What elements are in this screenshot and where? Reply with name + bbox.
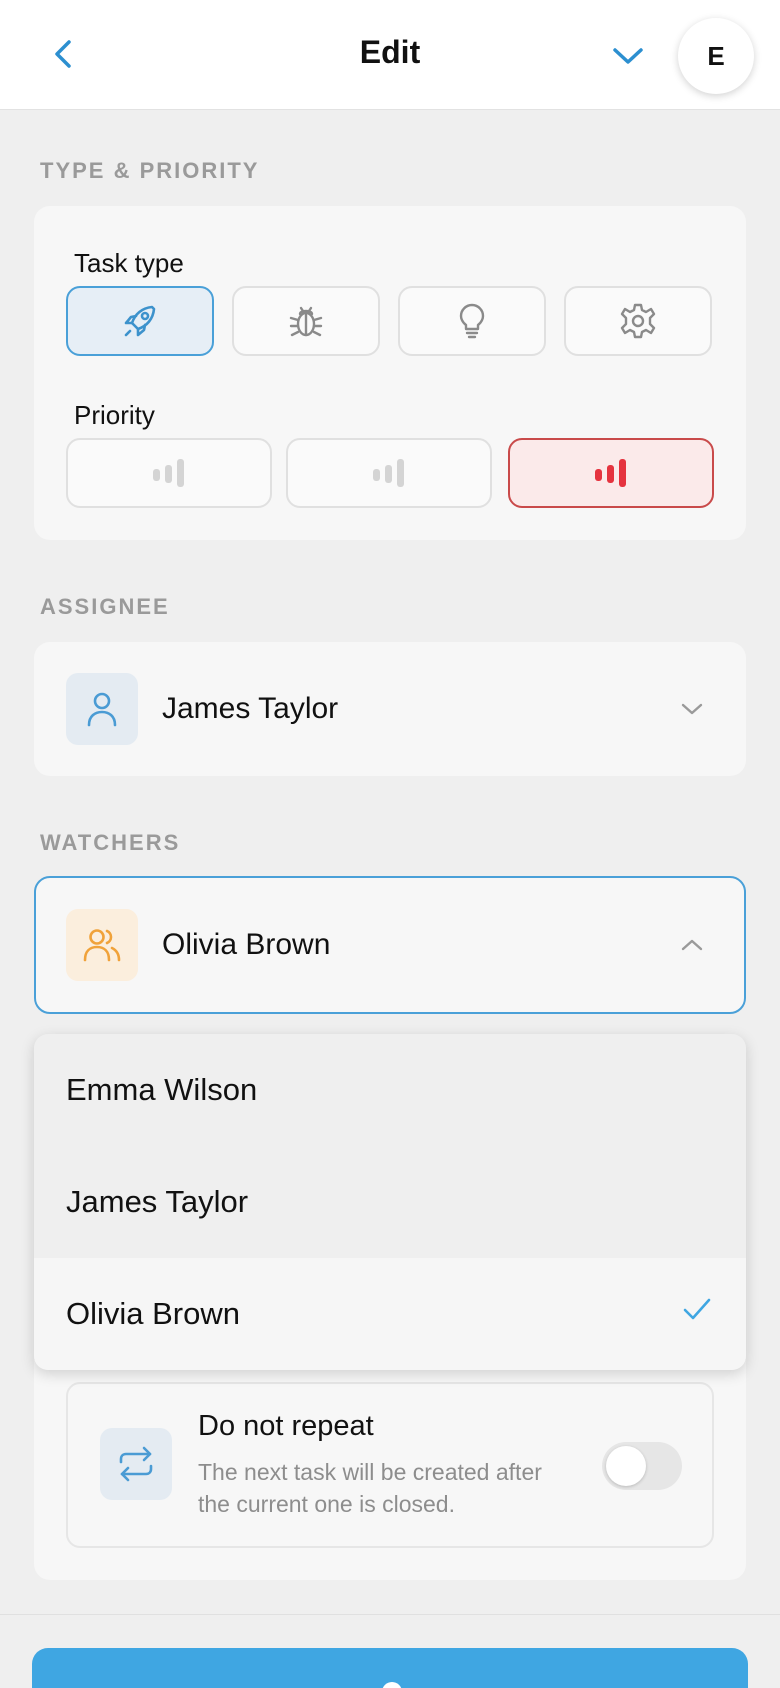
priority-low-button[interactable] <box>66 438 272 508</box>
assignee-select[interactable]: James Taylor <box>34 642 746 776</box>
watchers-section-label: WATCHERS <box>40 830 181 855</box>
rocket-icon <box>124 305 156 337</box>
checkmark-icon <box>683 1298 711 1320</box>
task-type-feature-button[interactable] <box>66 286 214 356</box>
chevron-up-icon <box>674 927 710 963</box>
option-label: Olivia Brown <box>66 1296 240 1331</box>
type-priority-section-label: TYPE & PRIORITY <box>40 158 260 183</box>
watcher-option-olivia-brown[interactable]: Olivia Brown <box>34 1258 746 1370</box>
button-icon <box>382 1682 402 1688</box>
watcher-option-james-taylor[interactable]: James Taylor <box>34 1146 746 1258</box>
top-bar: Edit E <box>0 0 780 110</box>
gear-icon <box>620 303 656 339</box>
lightbulb-icon <box>459 303 485 339</box>
repeat-icon-tile <box>100 1428 172 1500</box>
watcher-option-emma-wilson[interactable]: Emma Wilson <box>34 1034 746 1146</box>
save-button[interactable] <box>32 1648 748 1688</box>
option-label: Emma Wilson <box>66 1072 258 1107</box>
task-type-label: Task type <box>74 248 184 278</box>
watchers-dropdown: Emma Wilson James Taylor Olivia Brown <box>34 1034 746 1370</box>
watchers-icon-tile <box>66 909 138 981</box>
repeat-setting: Do not repeat The next task will be crea… <box>66 1382 714 1548</box>
users-icon <box>83 929 121 962</box>
repeat-description: The next task will be created after the … <box>198 1459 542 1517</box>
priority-high-button[interactable] <box>508 438 714 508</box>
repeat-card: Do not repeat The next task will be crea… <box>34 1360 746 1580</box>
task-type-bug-button[interactable] <box>232 286 380 356</box>
option-label: James Taylor <box>66 1184 249 1219</box>
chevron-down-icon <box>674 691 710 727</box>
repeat-title: Do not repeat <box>198 1410 374 1442</box>
watchers-value: Olivia Brown <box>162 928 331 961</box>
assignee-icon-tile <box>66 673 138 745</box>
page-title: Edit <box>359 34 421 70</box>
repeat-toggle[interactable] <box>602 1442 682 1490</box>
avatar[interactable]: E <box>678 18 754 94</box>
chevron-down-icon <box>613 48 643 64</box>
watchers-select[interactable]: Olivia Brown <box>34 876 746 1014</box>
task-type-maintenance-button[interactable] <box>564 286 712 356</box>
signal-high-icon <box>595 459 626 487</box>
task-type-idea-button[interactable] <box>398 286 546 356</box>
signal-low-icon <box>153 459 184 487</box>
type-priority-card: Task type Priority <box>34 206 746 540</box>
priority-medium-button[interactable] <box>286 438 492 508</box>
toggle-knob <box>606 1446 646 1486</box>
bug-icon <box>289 306 323 337</box>
assignee-value: James Taylor <box>162 692 339 725</box>
signal-medium-icon <box>373 459 404 487</box>
collapse-button[interactable] <box>608 36 648 76</box>
repeat-icon <box>119 1446 153 1482</box>
assignee-section-label: ASSIGNEE <box>40 594 170 619</box>
priority-label: Priority <box>74 400 155 430</box>
user-icon <box>87 692 117 727</box>
